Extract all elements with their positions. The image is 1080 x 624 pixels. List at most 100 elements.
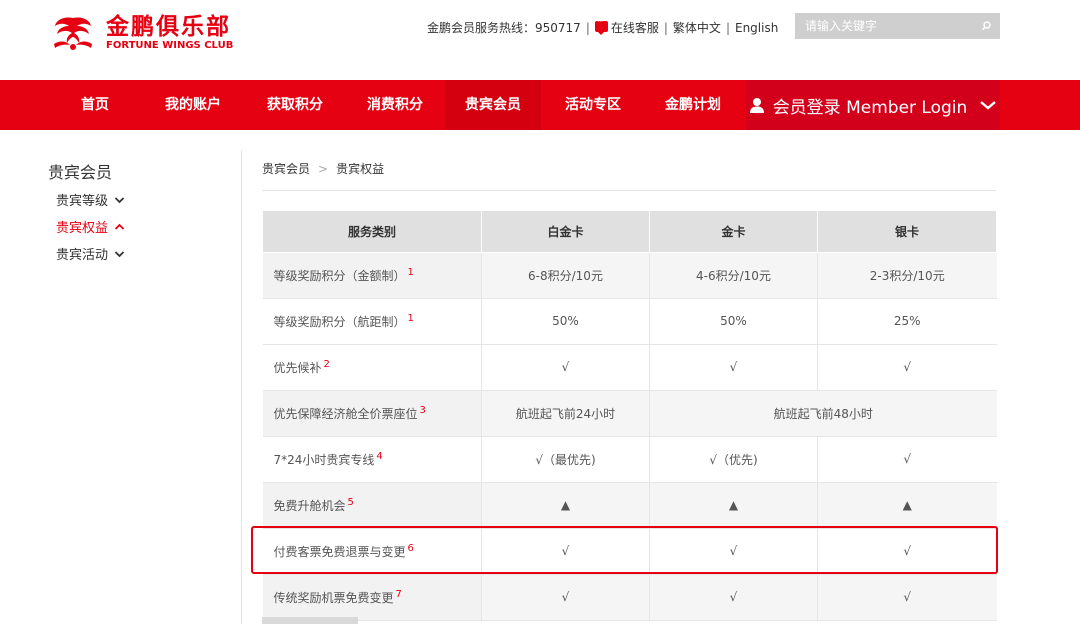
column-header-service-type: 服务类别 <box>262 211 482 253</box>
chevron-down-icon <box>114 196 125 203</box>
search-button[interactable] <box>976 16 996 36</box>
table-cell: 2-3积分/10元 <box>817 252 997 299</box>
breadcrumb-divider <box>262 190 996 191</box>
user-icon <box>749 98 764 113</box>
breadcrumb-item-vip-member[interactable]: 贵宾会员 <box>262 160 310 177</box>
search-box <box>795 13 1000 39</box>
next-row-header-strip <box>262 617 358 624</box>
column-header-platinum: 白金卡 <box>481 211 650 253</box>
table-cell-merged: 航班起飞前48小时 <box>649 390 997 437</box>
brand-name: 金鹏俱乐部 <box>106 14 231 40</box>
table-cell: √ <box>649 574 818 621</box>
table-cell: √ <box>481 344 650 391</box>
search-input[interactable] <box>795 13 965 39</box>
main-nav: 首页 我的账户 获取积分 消费积分 贵宾会员 活动专区 金鹏计划 会员登录 Me… <box>0 80 1080 130</box>
highlight-box <box>251 526 998 574</box>
divider: | <box>725 20 730 35</box>
row-label: 优先候补 2 <box>262 344 482 391</box>
sidebar-title: 贵宾会员 <box>48 163 113 182</box>
divider: | <box>585 20 590 35</box>
triangle-icon: ▲ <box>649 482 818 529</box>
footnote-marker: 5 <box>347 496 354 508</box>
row-label-text: 等级奖励积分（航距制） <box>273 314 406 329</box>
table-cell: √（最优先) <box>481 436 650 483</box>
hotline-text: 金鹏会员服务热线：950717 <box>427 21 581 35</box>
nav-item-redeem-points[interactable]: 消费积分 <box>350 80 440 130</box>
footnote-marker: 4 <box>376 450 383 462</box>
footnote-marker: 7 <box>395 588 402 600</box>
content-divider <box>241 150 242 624</box>
table-cell: √（优先) <box>649 436 818 483</box>
table-cell: √ <box>817 574 997 621</box>
table-cell: √ <box>649 344 818 391</box>
table-cell: 50% <box>649 298 818 345</box>
footnote-marker: 2 <box>323 358 330 370</box>
chat-icon <box>594 17 608 35</box>
row-label-text: 7*24小时贵宾专线 <box>273 452 375 467</box>
table-row: 7*24小时贵宾专线 4 √（最优先) √（优先) √ <box>262 436 997 483</box>
chevron-down-icon <box>980 101 997 110</box>
table-cell: 25% <box>817 298 997 345</box>
table-header-row: 服务类别 白金卡 金卡 银卡 <box>262 211 997 253</box>
nav-item-promotions[interactable]: 活动专区 <box>548 80 638 130</box>
row-label: 优先保障经济舱全价票座位 3 <box>262 390 482 437</box>
sidebar-item-vip-benefits[interactable]: 贵宾权益 <box>56 217 125 236</box>
row-label: 等级奖励积分（航距制） 1 <box>262 298 482 345</box>
online-service-link[interactable]: 在线客服 <box>611 19 659 36</box>
triangle-icon: ▲ <box>481 482 650 529</box>
column-header-silver: 银卡 <box>817 211 997 253</box>
table-row: 传统奖励机票免费变更 7 √ √ √ <box>262 574 997 621</box>
member-login-button[interactable]: 会员登录 Member Login <box>746 80 1000 130</box>
nav-item-vip-member[interactable]: 贵宾会员 <box>445 80 541 130</box>
chevron-down-icon <box>114 250 125 257</box>
brand-name-en: FORTUNE WINGS CLUB <box>106 40 234 51</box>
footnote-marker: 3 <box>419 404 426 416</box>
footnote-marker: 1 <box>407 266 414 278</box>
row-label-text: 优先候补 <box>273 360 322 375</box>
search-icon <box>981 21 991 31</box>
nav-item-my-account[interactable]: 我的账户 <box>148 80 238 130</box>
footnote-marker: 1 <box>407 312 414 324</box>
row-label: 7*24小时贵宾专线 4 <box>262 436 482 483</box>
table-cell: 4-6积分/10元 <box>649 252 818 299</box>
table-cell: 航班起飞前24小时 <box>481 390 650 437</box>
column-header-gold: 金卡 <box>649 211 818 253</box>
row-label-text: 免费升舱机会 <box>273 498 346 513</box>
table-row: 优先候补 2 √ √ √ <box>262 344 997 391</box>
divider: | <box>663 20 668 35</box>
table-cell: √ <box>481 574 650 621</box>
nav-item-fortune-wings-plan[interactable]: 金鹏计划 <box>648 80 738 130</box>
table-row: 免费升舱机会 5 ▲ ▲ ▲ <box>262 482 997 529</box>
nav-item-home[interactable]: 首页 <box>60 80 130 130</box>
traditional-chinese-link[interactable]: 繁体中文 <box>673 19 721 36</box>
member-login-label: 会员登录 Member Login <box>772 97 968 118</box>
row-label-text: 优先保障经济舱全价票座位 <box>273 406 418 421</box>
table-row: 优先保障经济舱全价票座位 3 航班起飞前24小时 航班起飞前48小时 <box>262 390 997 437</box>
table-cell: 6-8积分/10元 <box>481 252 650 299</box>
phoenix-logo-icon <box>54 17 92 50</box>
sidebar-item-label: 贵宾等级 <box>56 194 109 209</box>
table-row: 等级奖励积分（航距制） 1 50% 50% 25% <box>262 298 997 345</box>
table-cell: √ <box>817 344 997 391</box>
breadcrumb-item-vip-benefits: 贵宾权益 <box>336 162 385 176</box>
row-label-text: 传统奖励机票免费变更 <box>273 590 394 605</box>
row-label: 免费升舱机会 5 <box>262 482 482 529</box>
brand-logo[interactable]: 金鹏俱乐部 FORTUNE WINGS CLUB <box>50 14 233 52</box>
table-row: 等级奖励积分（金额制） 1 6-8积分/10元 4-6积分/10元 2-3积分/1… <box>262 252 997 299</box>
row-label: 传统奖励机票免费变更 7 <box>262 574 482 621</box>
row-label-text: 等级奖励积分（金额制） <box>273 268 406 283</box>
site-header: 金鹏俱乐部 FORTUNE WINGS CLUB 金鹏会员服务热线：950717… <box>0 0 1080 80</box>
sidebar-item-label: 贵宾权益 <box>56 221 109 236</box>
sidebar-item-label: 贵宾活动 <box>56 248 109 263</box>
breadcrumb: 贵宾会员 > 贵宾权益 <box>262 160 384 177</box>
english-link[interactable]: English <box>735 21 778 35</box>
table-cell: 50% <box>481 298 650 345</box>
nav-item-earn-points[interactable]: 获取积分 <box>250 80 340 130</box>
sidebar-item-vip-activities[interactable]: 贵宾活动 <box>56 244 125 263</box>
triangle-icon: ▲ <box>817 482 997 529</box>
breadcrumb-separator: > <box>318 161 329 176</box>
utility-links: 金鹏会员服务热线：950717 | 在线客服 | 繁体中文 | English <box>427 17 778 36</box>
chevron-up-icon <box>114 223 125 230</box>
table-cell: √ <box>817 436 997 483</box>
sidebar-item-vip-level[interactable]: 贵宾等级 <box>56 190 125 209</box>
